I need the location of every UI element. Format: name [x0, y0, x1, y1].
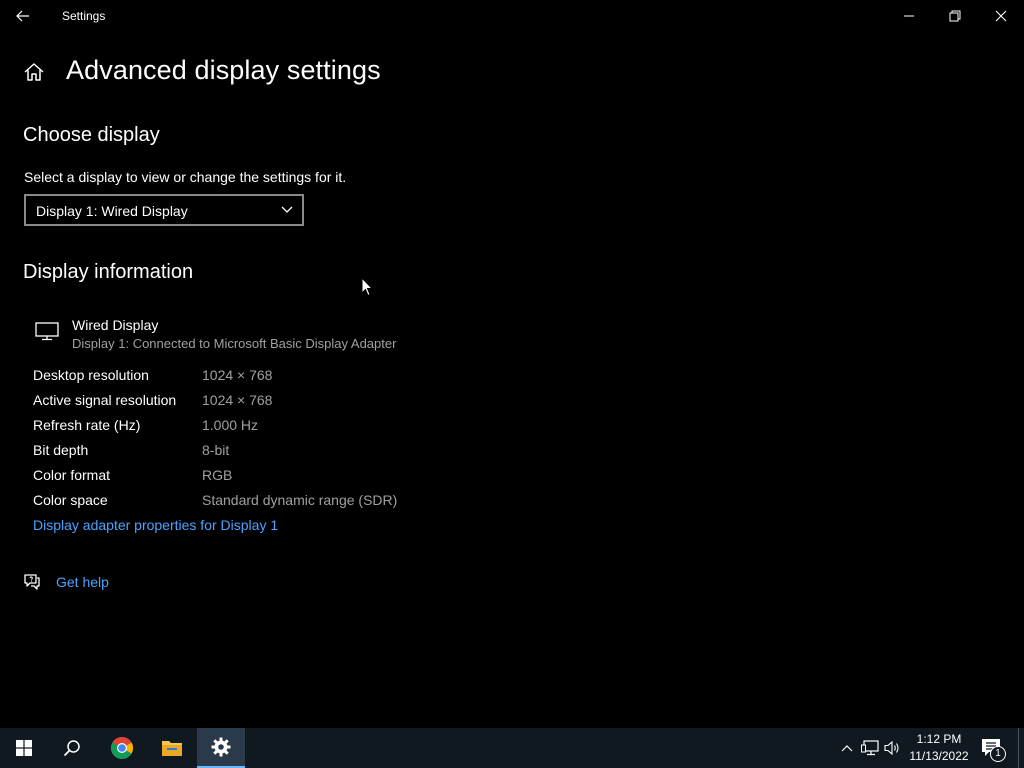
network-icon — [861, 740, 879, 756]
info-row-color-space: Color space Standard dynamic range (SDR) — [33, 492, 433, 512]
volume-tray-button[interactable] — [883, 738, 903, 758]
network-tray-button[interactable] — [860, 738, 880, 758]
windows-start-icon — [16, 740, 32, 756]
mouse-cursor-icon — [361, 277, 373, 297]
arrow-left-icon — [16, 10, 29, 22]
start-button[interactable] — [0, 728, 48, 768]
search-button[interactable] — [48, 728, 96, 768]
choose-display-heading: Choose display — [23, 124, 160, 146]
close-icon — [995, 10, 1007, 22]
home-icon — [24, 63, 44, 81]
info-value: 8-bit — [202, 442, 230, 458]
volume-icon — [884, 740, 899, 756]
display-select-dropdown[interactable]: Display 1: Wired Display — [24, 194, 304, 226]
choose-display-description: Select a display to view or change the s… — [24, 169, 347, 185]
info-value: 1.000 Hz — [202, 417, 259, 433]
minimize-button[interactable] — [886, 0, 932, 32]
notification-count-badge: 1 — [990, 746, 1006, 762]
page-title: Advanced display settings — [66, 55, 381, 85]
info-label: Refresh rate (Hz) — [33, 417, 141, 433]
file-explorer-icon — [162, 741, 182, 756]
info-value: 1024 × 768 — [202, 367, 273, 383]
chrome-taskbar-button[interactable] — [98, 728, 146, 768]
clock-date: 11/13/2022 — [909, 749, 969, 763]
info-row-desktop-resolution: Desktop resolution 1024 × 768 — [33, 367, 433, 387]
info-value: 1024 × 768 — [202, 392, 273, 408]
minimize-icon — [904, 15, 914, 17]
title-bar: Settings — [0, 0, 1024, 32]
chevron-down-icon — [281, 206, 293, 213]
show-hidden-icons-button[interactable] — [837, 738, 857, 758]
settings-taskbar-button[interactable] — [197, 728, 245, 768]
info-label: Desktop resolution — [33, 367, 149, 383]
display-information-heading: Display information — [23, 261, 194, 283]
info-label: Color space — [33, 492, 108, 508]
info-value: Standard dynamic range (SDR) — [202, 492, 398, 508]
file-explorer-taskbar-button[interactable] — [148, 728, 196, 768]
window-title: Settings — [62, 9, 106, 23]
info-row-color-format: Color format RGB — [33, 467, 433, 487]
display-connection-info: Display 1: Connected to Microsoft Basic … — [72, 336, 397, 351]
info-label: Color format — [33, 467, 111, 483]
settings-gear-icon — [211, 737, 231, 757]
info-label: Active signal resolution — [33, 392, 177, 408]
display-name: Wired Display — [72, 317, 159, 333]
get-help-link[interactable]: Get help — [56, 574, 109, 590]
search-icon — [63, 740, 80, 757]
restore-icon — [949, 10, 961, 22]
clock-time: 1:12 PM — [916, 732, 962, 746]
info-row-active-signal-resolution: Active signal resolution 1024 × 768 — [33, 392, 433, 412]
restore-button[interactable] — [932, 0, 978, 32]
back-button[interactable] — [0, 0, 46, 32]
taskbar: 1:12 PM 11/13/2022 1 — [0, 728, 1024, 768]
info-row-bit-depth: Bit depth 8-bit — [33, 442, 433, 462]
info-row-refresh-rate: Refresh rate (Hz) 1.000 Hz — [33, 417, 433, 437]
display-select-value: Display 1: Wired Display — [36, 203, 188, 219]
chrome-icon — [111, 737, 133, 759]
info-label: Bit depth — [33, 442, 89, 458]
info-value: RGB — [202, 467, 233, 483]
monitor-icon — [35, 322, 59, 341]
close-button[interactable] — [978, 0, 1024, 32]
display-adapter-properties-link[interactable]: Display adapter properties for Display 1 — [33, 517, 278, 533]
home-button[interactable] — [22, 60, 46, 84]
taskbar-clock[interactable]: 1:12 PM 11/13/2022 — [906, 731, 972, 765]
get-help-icon — [24, 574, 40, 590]
chevron-up-icon — [841, 745, 853, 752]
show-desktop-button[interactable] — [1018, 728, 1024, 768]
